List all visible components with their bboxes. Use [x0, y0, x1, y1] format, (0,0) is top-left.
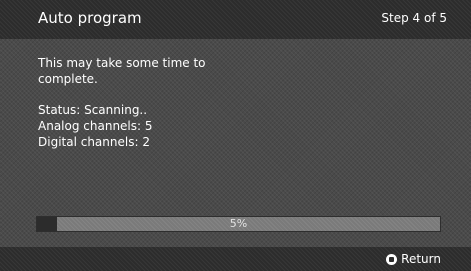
progress-percent-label: 5% — [229, 217, 248, 230]
auto-program-screen: Auto program Step 4 of 5 This may take s… — [0, 0, 471, 271]
footer-bar: Return — [0, 247, 471, 271]
content-area: This may take some time to complete. Sta… — [38, 55, 206, 150]
page-title: Auto program — [38, 9, 142, 27]
return-button-icon — [386, 253, 398, 265]
message-line-2: complete. — [38, 72, 98, 86]
analog-channels-text: Analog channels: 5 — [38, 119, 153, 133]
progress-bar: 5% — [36, 216, 441, 232]
step-indicator: Step 4 of 5 — [381, 11, 447, 25]
status-text: Status: Scanning.. — [38, 103, 148, 117]
header-bar: Auto program Step 4 of 5 — [0, 0, 471, 39]
return-label: Return — [401, 252, 441, 266]
message-line-1: This may take some time to — [38, 56, 206, 70]
digital-channels-text: Digital channels: 2 — [38, 135, 150, 149]
return-button[interactable]: Return — [386, 251, 441, 267]
